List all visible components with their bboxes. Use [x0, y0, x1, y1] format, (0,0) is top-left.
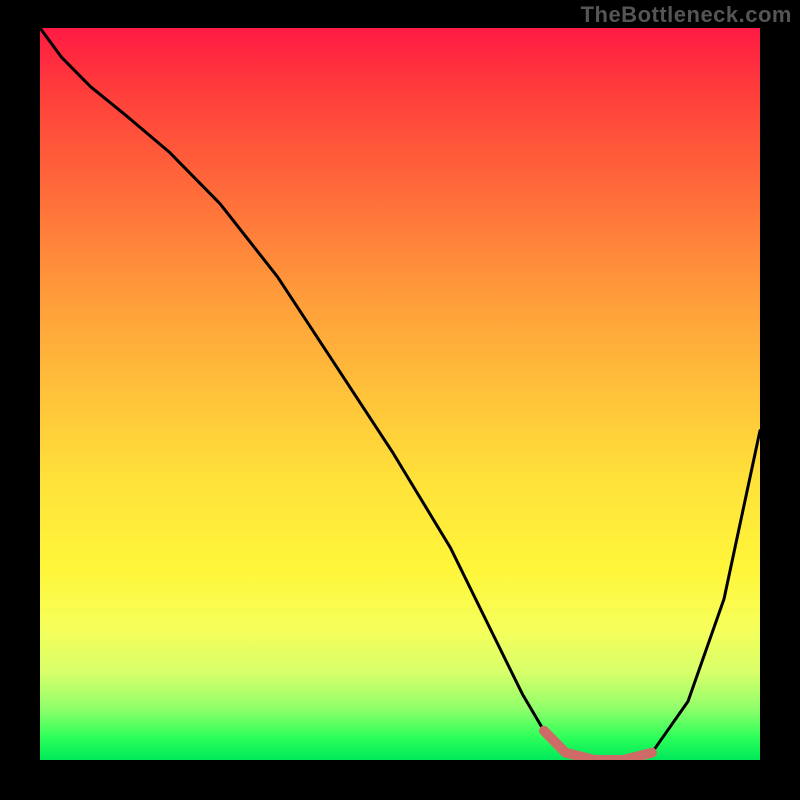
watermark-text: TheBottleneck.com	[581, 2, 792, 28]
chart-frame: TheBottleneck.com	[0, 0, 800, 800]
plot-area	[40, 28, 760, 760]
bottleneck-curve	[40, 28, 760, 760]
chart-svg	[40, 28, 760, 760]
highlight-band	[544, 731, 652, 760]
